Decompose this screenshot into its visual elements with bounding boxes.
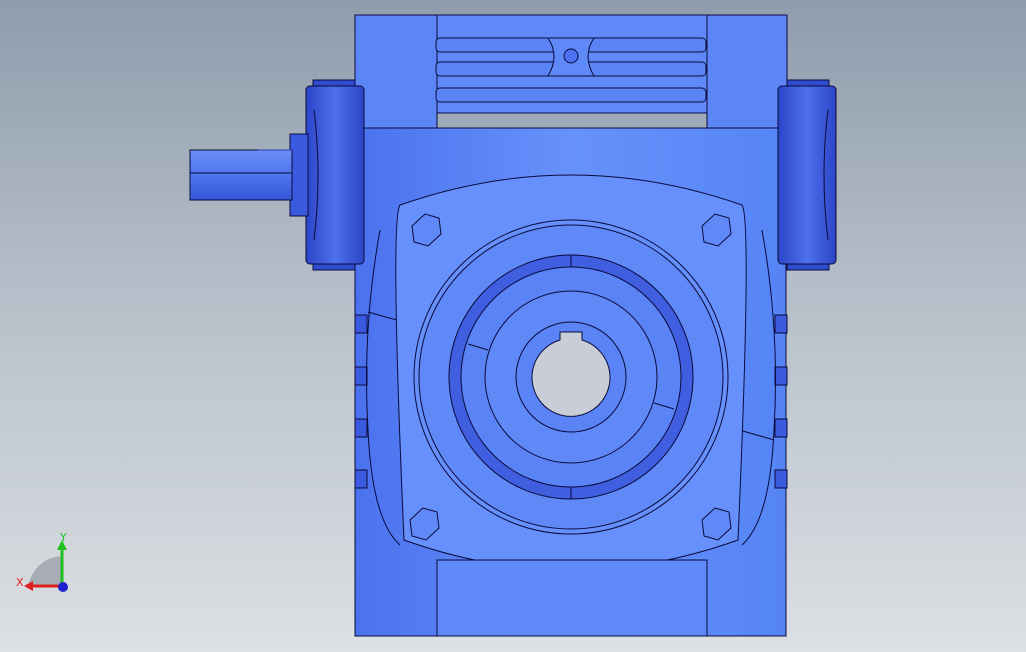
vent-center-hole — [563, 48, 579, 64]
bottom-foot — [436, 559, 708, 637]
left-lug — [354, 314, 368, 334]
y-axis-label: Y — [60, 531, 67, 544]
right-lug — [774, 366, 788, 386]
right-lug — [774, 314, 788, 334]
left-lug — [354, 366, 368, 386]
input-shaft — [189, 149, 293, 201]
x-axis-label: X — [16, 576, 24, 589]
gearbox-model[interactable] — [0, 0, 1026, 652]
z-axis-dot — [58, 582, 68, 592]
right-lug — [774, 418, 788, 438]
left-lug — [354, 469, 368, 489]
left-lug — [354, 418, 368, 438]
right-lug — [774, 469, 788, 489]
3d-viewport[interactable]: X Y — [0, 0, 1026, 652]
vent-slot — [435, 87, 707, 103]
axis-triad: X Y — [10, 528, 90, 598]
input-shaft-collar — [289, 133, 309, 217]
